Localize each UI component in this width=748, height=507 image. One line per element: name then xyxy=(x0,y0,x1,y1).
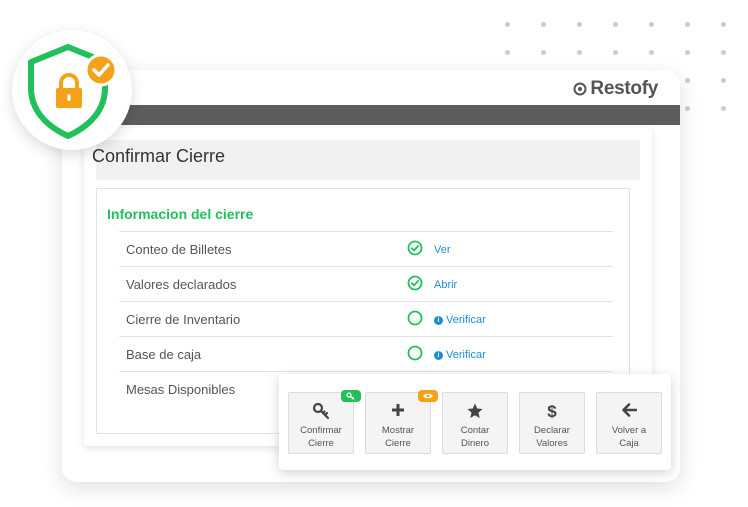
show-close-button[interactable]: Mostrar Cierre xyxy=(365,390,438,454)
row-label: Mesas Disponibles xyxy=(126,382,236,397)
svg-text:$: $ xyxy=(547,402,557,420)
row-label: Cierre de Inventario xyxy=(126,312,241,327)
lock-icon xyxy=(56,73,82,108)
button-label: Declarar Valores xyxy=(534,425,570,449)
row-action-label: Verificar xyxy=(446,314,486,326)
count-money-button[interactable]: Contar Dinero xyxy=(442,392,508,454)
decorative-dot xyxy=(721,22,726,27)
back-to-cash-button[interactable]: Volver a Caja xyxy=(596,392,662,454)
verify-link[interactable]: i Verificar xyxy=(434,349,486,361)
security-badge xyxy=(12,30,132,150)
shield-icon xyxy=(28,44,118,139)
check-badge-icon xyxy=(84,53,118,87)
arrow-left-icon xyxy=(622,403,637,417)
decorative-dot xyxy=(613,22,618,27)
empty-circle-icon xyxy=(407,345,423,361)
list-item: Cierre de Inventario i Verificar xyxy=(119,301,613,336)
decorative-dot xyxy=(721,78,726,83)
open-link[interactable]: Abrir xyxy=(434,279,457,291)
button-label: Volver a Caja xyxy=(611,425,647,449)
brand-bar: Restofy xyxy=(62,70,680,106)
decorative-dot xyxy=(505,22,510,27)
view-link[interactable]: Ver xyxy=(434,244,451,256)
key-icon xyxy=(312,402,330,420)
check-circle-icon xyxy=(407,240,423,256)
row-label: Valores declarados xyxy=(126,277,237,292)
confirm-close-button[interactable]: Confirmar Cierre xyxy=(288,390,361,454)
verify-link[interactable]: i Verificar xyxy=(434,314,486,326)
decorative-dot xyxy=(721,106,726,111)
key-tag xyxy=(341,390,361,402)
decorative-dot xyxy=(577,22,582,27)
action-toolbar: Confirmar Cierre Mostrar Cierre Contar D… xyxy=(279,374,671,470)
list-item: Valores declarados Abrir xyxy=(119,266,613,301)
row-label: Base de caja xyxy=(126,347,202,362)
key-icon xyxy=(346,392,355,400)
decorative-dot xyxy=(721,50,726,55)
decorative-dot xyxy=(505,50,510,55)
info-icon: i xyxy=(434,350,443,360)
top-dark-bar xyxy=(98,105,680,125)
decorative-dot xyxy=(685,50,690,55)
row-action-label: Abrir xyxy=(434,279,458,291)
check-circle-icon xyxy=(407,275,423,291)
declare-values-button[interactable]: $ Declarar Valores xyxy=(519,392,585,454)
list-item: Conteo de Billetes Ver xyxy=(119,231,613,266)
list-item: Base de caja i Verificar xyxy=(119,336,613,371)
info-icon: i xyxy=(434,315,443,325)
button-label: Contar Dinero xyxy=(460,425,490,449)
brand-logo: Restofy xyxy=(573,78,658,100)
decorative-dot xyxy=(577,50,582,55)
decorative-dot xyxy=(649,50,654,55)
eye-icon xyxy=(423,393,433,399)
row-action-label: Verificar xyxy=(446,349,486,361)
section-title: Informacion del cierre xyxy=(107,206,254,222)
button-label: Mostrar Cierre xyxy=(381,425,415,449)
decorative-dot xyxy=(685,22,690,27)
decorative-dot xyxy=(613,50,618,55)
eye-tag xyxy=(418,390,438,402)
decorative-dot xyxy=(541,22,546,27)
star-icon xyxy=(467,403,483,418)
plus-icon xyxy=(392,404,404,416)
button-label: Confirmar Cierre xyxy=(300,425,342,449)
brand-name: Restofy xyxy=(590,78,658,99)
decorative-dot xyxy=(685,106,690,111)
restofy-logo-icon xyxy=(573,82,587,96)
dollar-icon: $ xyxy=(547,402,557,420)
decorative-dot xyxy=(541,50,546,55)
row-action-label: Ver xyxy=(434,244,451,256)
decorative-dot xyxy=(649,22,654,27)
decorative-dot xyxy=(685,78,690,83)
empty-circle-icon xyxy=(407,310,423,326)
row-label: Conteo de Billetes xyxy=(126,242,232,257)
